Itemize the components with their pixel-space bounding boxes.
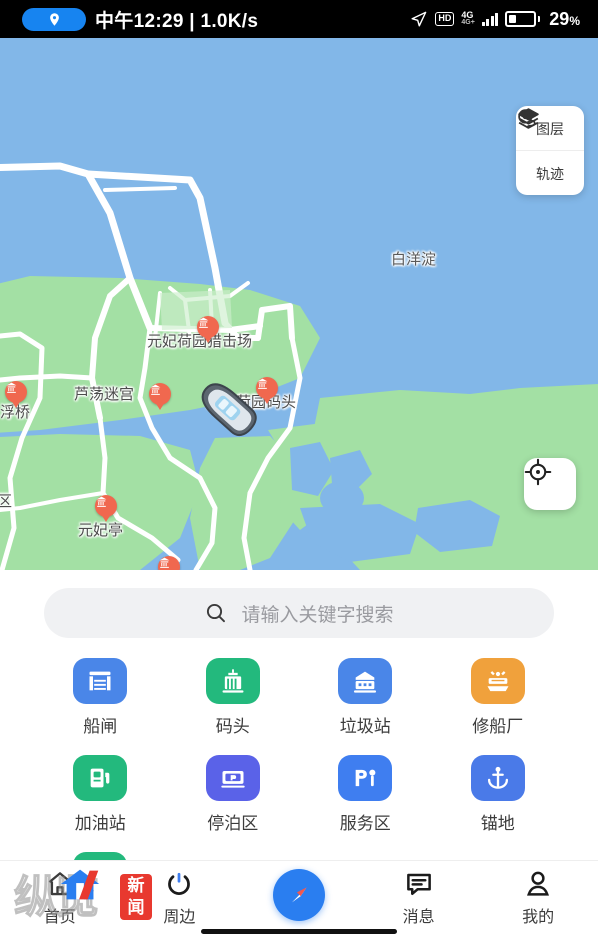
compass-button[interactable] — [272, 869, 325, 921]
category-item-tingboqu[interactable]: 停泊区 — [167, 755, 300, 834]
network-type-label: 4G 4G+ — [461, 10, 475, 27]
search-bar[interactable]: 请输入关键字搜索 — [44, 588, 554, 638]
map-canvas[interactable]: 白洋淀 元妃荷园猎击场 芦荡迷宫 浮桥 元妃荷园码头 元妃亭 区 图层 轨迹 — [0, 38, 598, 570]
category-item-lajizhan[interactable]: 垃圾站 — [299, 658, 432, 737]
profile-icon — [527, 871, 550, 896]
map-geometry — [0, 38, 598, 570]
category-item-matou[interactable]: 码头 — [167, 658, 300, 737]
category-label: 垃圾站 — [339, 717, 391, 736]
battery-icon — [505, 11, 541, 27]
status-bar-left: 中午12:29 | 1.0K/s — [22, 6, 258, 33]
status-bar-right: HD 4G 4G+ 29% — [409, 9, 580, 30]
map-tools-panel: 图层 轨迹 — [516, 106, 584, 195]
locate-me-button[interactable] — [524, 458, 576, 510]
tab-navigate-center[interactable] — [239, 869, 359, 921]
category-label: 服务区 — [339, 814, 391, 833]
navigation-arrow-icon — [411, 11, 427, 27]
category-label: 码头 — [215, 717, 250, 736]
pavilion-marker-icon[interactable] — [158, 556, 180, 570]
waste-station-icon — [354, 671, 377, 693]
tab-nearby[interactable]: 周边 — [120, 869, 240, 927]
category-item-fuwuqu[interactable]: 服务区 — [299, 755, 432, 834]
hd-icon: HD — [435, 12, 455, 26]
track-path-icon — [518, 109, 536, 129]
pavilion-marker-icon[interactable] — [5, 381, 27, 408]
category-label: 修船厂 — [472, 717, 524, 736]
status-bar: 中午12:29 | 1.0K/s HD 4G 4G+ 29% — [0, 0, 598, 38]
category-item-xiuchuanchang[interactable]: 修船厂 — [432, 658, 565, 737]
compass-navigate-icon — [291, 887, 307, 903]
home-indicator — [201, 929, 397, 934]
tab-profile[interactable]: 我的 — [478, 869, 598, 927]
signal-bars-icon — [481, 12, 499, 26]
map-track-label: 轨迹 — [536, 166, 564, 182]
fuel-station-icon — [90, 768, 110, 788]
location-pin-icon — [22, 7, 86, 31]
tab-message[interactable]: 消息 — [359, 869, 479, 927]
tab-label: 周边 — [163, 909, 196, 926]
pavilion-marker-icon[interactable] — [197, 316, 219, 343]
ship-lock-icon — [89, 671, 111, 691]
search-input[interactable]: 请输入关键字搜索 — [241, 600, 393, 627]
bottom-tab-bar: 首页 周边 消息 我的 — [0, 860, 598, 944]
battery-percent-label: 29% — [549, 8, 580, 29]
message-icon — [406, 873, 431, 895]
pavilion-marker-icon[interactable] — [95, 495, 117, 522]
category-label: 船闸 — [83, 717, 118, 736]
home-icon — [48, 872, 72, 896]
category-item-jiayouzhan[interactable]: 加油站 — [34, 755, 167, 834]
category-item-chuanzha[interactable]: 船闸 — [34, 658, 167, 737]
crosshair-locate-icon — [524, 458, 552, 486]
category-label: 停泊区 — [207, 814, 259, 833]
status-bar-time: 中午12:29 | 1.0K/s — [95, 10, 259, 32]
pavilion-marker-icon[interactable] — [149, 383, 171, 410]
berth-area-icon — [221, 771, 245, 788]
pavilion-marker-icon[interactable] — [256, 377, 278, 404]
category-label: 加油站 — [74, 814, 126, 833]
tab-label: 我的 — [522, 909, 555, 926]
tab-label: 首页 — [43, 909, 76, 926]
nearby-icon — [168, 872, 191, 895]
tab-label: 消息 — [402, 909, 435, 926]
ship-repair-icon — [487, 671, 509, 692]
map-track-button[interactable]: 轨迹 — [516, 109, 584, 195]
anchor-icon — [487, 766, 508, 789]
search-icon — [207, 603, 226, 623]
tab-home[interactable]: 首页 — [0, 869, 120, 927]
category-label: 锚地 — [480, 814, 515, 833]
dock-pier-icon — [222, 669, 244, 693]
category-item-maodi[interactable]: 锚地 — [432, 755, 565, 834]
app-root: 中午12:29 | 1.0K/s HD 4G 4G+ 29% 白洋淀 元妃荷园猎… — [0, 0, 598, 944]
service-area-icon — [355, 769, 376, 787]
